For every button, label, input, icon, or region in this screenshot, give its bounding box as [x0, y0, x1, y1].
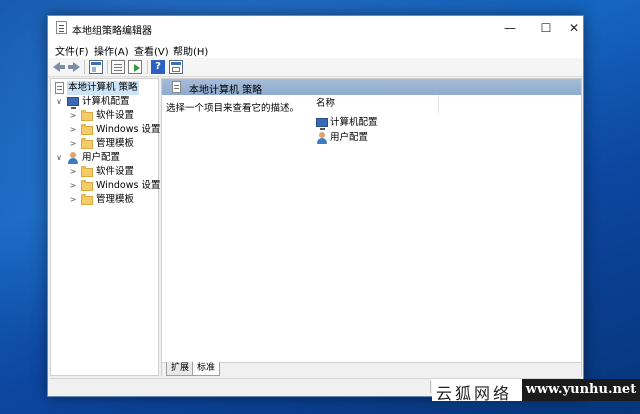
action-pane-icon[interactable] [169, 60, 183, 74]
chevron-right-icon[interactable]: > [69, 165, 77, 179]
chevron-right-icon[interactable]: > [69, 193, 77, 207]
menu-file[interactable]: 文件(F) [55, 43, 89, 58]
column-header-name[interactable]: 名称 [306, 95, 439, 113]
gpedit-window: 本地组策略编辑器 — ☐ ✕ 文件(F) 操作(A) 查看(V) 帮助(H) ?… [47, 15, 584, 397]
tree-item-user-windows-settings[interactable]: > Windows 设置 [53, 179, 160, 193]
toolbar-separator [107, 60, 108, 74]
user-icon [67, 152, 79, 164]
tree-label: Windows 设置 [96, 124, 161, 135]
tree-label: 软件设置 [96, 166, 135, 177]
details-header: 本地计算机 策略 [162, 79, 581, 96]
toolbar: ? [48, 58, 583, 77]
view-tabs: 扩展 标准 [162, 362, 581, 377]
list-item-label: 用户配置 [330, 132, 369, 143]
details-pane: 本地计算机 策略 选择一个项目来查看它的描述。 名称 计算机配置 用户配置 扩展… [161, 78, 582, 377]
window-title: 本地组策略编辑器 [72, 26, 152, 37]
chevron-right-icon[interactable]: > [69, 109, 77, 123]
minimize-button[interactable]: — [492, 16, 528, 40]
toolbar-separator [84, 60, 85, 74]
toolbar-separator [147, 60, 148, 74]
folder-icon [81, 110, 93, 121]
tree-label: 用户配置 [82, 152, 121, 163]
app-icon [56, 21, 67, 34]
tree-label: 本地计算机 策略 [67, 81, 139, 95]
close-button[interactable]: ✕ [564, 16, 584, 40]
maximize-button[interactable]: ☐ [528, 16, 564, 40]
chevron-right-icon[interactable]: > [69, 123, 77, 137]
title-bar[interactable]: 本地组策略编辑器 — ☐ ✕ [48, 16, 583, 40]
tree-item-computer-config[interactable]: ∨ 计算机配置 [53, 95, 157, 109]
menu-bar: 文件(F) 操作(A) 查看(V) 帮助(H) [48, 40, 583, 58]
computer-icon [67, 97, 79, 109]
tab-extended[interactable]: 扩展 [166, 362, 195, 376]
item-list: 名称 计算机配置 用户配置 [306, 95, 581, 357]
tree-item-root[interactable]: 本地计算机 策略 [53, 81, 157, 95]
chevron-right-icon[interactable]: > [69, 137, 77, 151]
policy-document-icon [55, 82, 64, 94]
watermark-url: www.yunhu.net [522, 379, 640, 401]
tree-item-user-admin-templates[interactable]: > 管理模板 [53, 193, 157, 207]
folder-icon [81, 124, 93, 135]
tree-item-software-settings[interactable]: > 软件设置 [53, 109, 157, 123]
user-icon [316, 132, 328, 144]
tab-standard[interactable]: 标准 [192, 362, 221, 376]
tree-item-user-config[interactable]: ∨ 用户配置 [53, 151, 157, 165]
folder-icon [81, 194, 93, 205]
tree-label: Windows 设置 [96, 180, 161, 191]
console-tree: 本地计算机 策略 ∨ 计算机配置 > 软件设置 > Windows 设置 > 管… [50, 78, 160, 376]
tree-label: 软件设置 [96, 110, 135, 121]
forward-arrow-icon[interactable] [67, 60, 81, 74]
tree-item-user-software-settings[interactable]: > 软件设置 [53, 165, 157, 179]
policy-document-icon [172, 81, 181, 93]
tree-item-admin-templates[interactable]: > 管理模板 [53, 137, 157, 151]
folder-icon [81, 180, 93, 191]
tree-label: 计算机配置 [82, 96, 130, 107]
back-arrow-icon[interactable] [52, 60, 66, 74]
menu-view[interactable]: 查看(V) [134, 43, 169, 58]
description-text: 选择一个项目来查看它的描述。 [166, 103, 300, 114]
chevron-right-icon[interactable]: > [69, 179, 77, 193]
help-icon[interactable]: ? [151, 60, 165, 74]
tree-item-windows-settings[interactable]: > Windows 设置 [53, 123, 160, 137]
watermark-cn-text: 云狐网络 [436, 384, 513, 403]
list-item-label: 计算机配置 [330, 117, 378, 128]
tree-label: 管理模板 [96, 194, 135, 205]
computer-icon [316, 118, 328, 130]
site-watermark: 云狐网络 www.yunhu.net [432, 379, 640, 403]
show-console-tree-icon[interactable] [89, 60, 103, 74]
folder-icon [81, 138, 93, 149]
chevron-down-icon[interactable]: ∨ [55, 95, 63, 109]
tree-label: 管理模板 [96, 138, 135, 149]
chevron-down-icon[interactable]: ∨ [55, 151, 63, 165]
export-list-icon[interactable] [128, 60, 142, 74]
properties-icon[interactable] [111, 60, 125, 74]
status-separator [430, 381, 431, 393]
menu-action[interactable]: 操作(A) [94, 43, 129, 58]
folder-icon [81, 166, 93, 177]
details-title: 本地计算机 策略 [189, 85, 263, 96]
menu-help[interactable]: 帮助(H) [173, 43, 208, 58]
